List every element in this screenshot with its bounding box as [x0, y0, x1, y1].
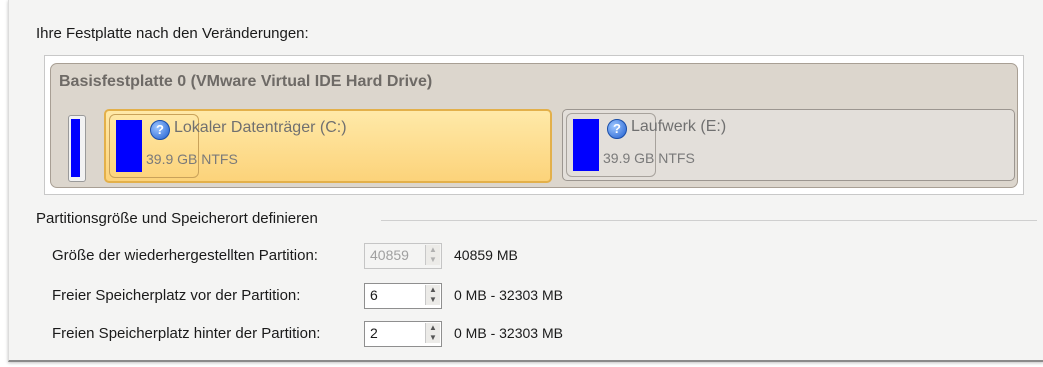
free-space-before-stepper[interactable]: 6 ▲ ▼ — [364, 283, 442, 309]
partition-c-info: 39.9 GB NTFS — [146, 151, 238, 167]
free-space-after-stepper[interactable]: 2 ▲ ▼ — [364, 321, 442, 347]
partition-size-group-title: Partitionsgröße und Speicherort definier… — [36, 210, 318, 227]
partition-c[interactable]: ? Lokaler Datenträger (C:) 39.9 GB NTFS — [104, 109, 552, 183]
question-icon: ? — [150, 120, 170, 140]
unallocated-usage-bar — [71, 119, 80, 177]
spin-arrows-icon: ▲ ▼ — [425, 245, 440, 265]
disk-after-changes-heading: Ihre Festplatte nach den Veränderungen: — [36, 25, 309, 42]
free-space-before-range: 0 MB - 32303 MB — [454, 287, 563, 303]
free-space-after-label: Freien Speicherplatz hinter der Partitio… — [52, 325, 321, 342]
partition-panel: Ihre Festplatte nach den Veränderungen: … — [8, 0, 1043, 362]
partition-e-info: 39.9 GB NTFS — [603, 150, 695, 166]
free-space-after-range: 0 MB - 32303 MB — [454, 325, 563, 341]
group-divider — [381, 220, 1037, 221]
spin-arrows-icon[interactable]: ▲ ▼ — [425, 285, 440, 305]
disk-map: Basisfestplatte 0 (VMware Virtual IDE Ha… — [44, 55, 1024, 195]
disk-title: Basisfestplatte 0 (VMware Virtual IDE Ha… — [59, 73, 433, 90]
question-icon: ? — [607, 119, 627, 139]
free-space-before-value[interactable]: 6 — [370, 287, 378, 303]
restored-partition-size-range: 40859 MB — [454, 247, 518, 263]
partition-e-usage-bar — [573, 119, 599, 171]
restored-partition-size-stepper: 40859 ▲ ▼ — [364, 243, 442, 269]
free-space-after-value[interactable]: 2 — [370, 325, 378, 341]
spin-arrows-icon[interactable]: ▲ ▼ — [425, 323, 440, 343]
partition-e-name: Laufwerk (E:) — [631, 118, 727, 135]
restored-partition-size-label: Größe der wiederhergestellten Partition: — [52, 247, 318, 264]
free-space-before-label: Freier Speicherplatz vor der Partition: — [52, 287, 301, 304]
partition-e[interactable]: ? Laufwerk (E:) 39.9 GB NTFS — [562, 109, 1015, 181]
restored-partition-size-value: 40859 — [370, 247, 409, 263]
unallocated-space[interactable] — [68, 115, 86, 182]
partition-c-usage-bar — [116, 120, 142, 172]
basic-disk-0[interactable]: Basisfestplatte 0 (VMware Virtual IDE Ha… — [50, 63, 1018, 188]
partition-c-name: Lokaler Datenträger (C:) — [174, 119, 347, 136]
